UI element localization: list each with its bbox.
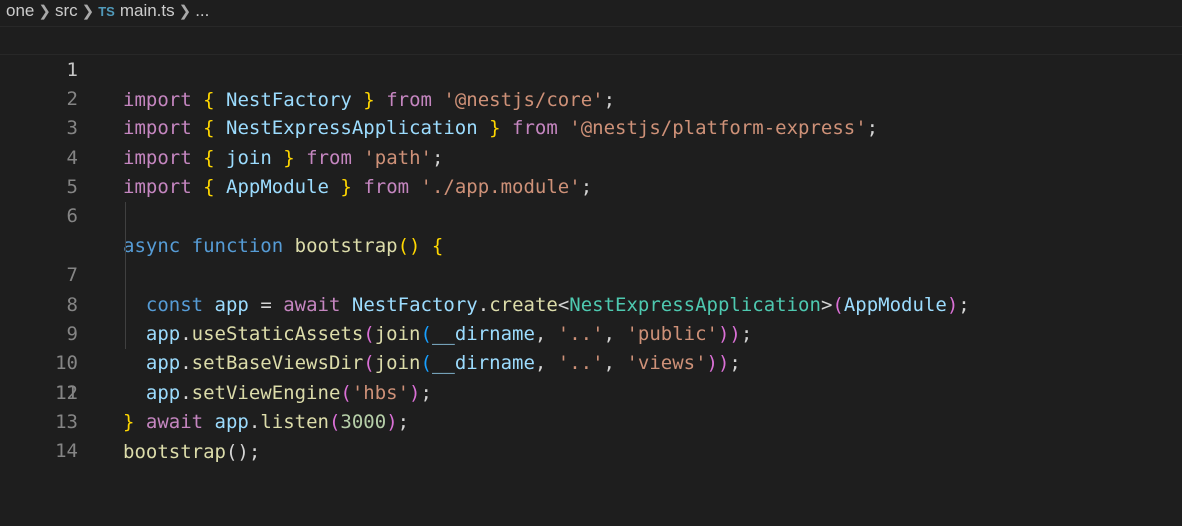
chevron-right-icon: ❯ (38, 3, 51, 20)
code-line[interactable]: 1 import { NestFactory } from '@nestjs/c… (0, 26, 1182, 111)
breadcrumb-folder-src[interactable]: src (55, 1, 78, 21)
code-line[interactable]: 3 import { join } from 'path'; (0, 85, 1182, 168)
line-number[interactable]: 14 (0, 437, 80, 466)
breadcrumb-folder-one[interactable]: one (6, 1, 34, 21)
breadcrumb: one ❯ src ❯ TS main.ts ❯ ... (0, 0, 1182, 22)
indent-guide (125, 319, 126, 350)
code-line[interactable]: 10 app.setViewEngine('hbs'); (0, 290, 1182, 404)
code-text: bootstrap(); (123, 440, 261, 463)
code-line[interactable]: 7 const app = await NestFactory.create<N… (0, 202, 1182, 316)
code-line[interactable]: 8 app.useStaticAssets(join(__dirname, '.… (0, 231, 1182, 345)
code-line[interactable]: 4 import { AppModule } from './app.modul… (0, 114, 1182, 198)
code-line[interactable]: 12 } (0, 349, 1182, 433)
breadcrumb-symbol-ellipsis[interactable]: ... (195, 1, 209, 21)
code-editor[interactable]: 1 import { NestFactory } from '@nestjs/c… (0, 26, 1182, 505)
chevron-right-icon: ❯ (178, 3, 192, 20)
typescript-file-icon: TS (98, 3, 115, 19)
indent-guide (125, 261, 126, 291)
code-line[interactable]: 2 import { NestExpressApplication } from… (0, 55, 1182, 139)
code-line[interactable]: 6 async function bootstrap() { (0, 173, 1182, 256)
chevron-right-icon: ❯ (81, 3, 95, 20)
indent-guide (125, 231, 126, 262)
breadcrumb-file-main-ts[interactable]: main.ts (120, 1, 175, 21)
indent-guide (125, 202, 126, 232)
code-line[interactable]: 11 await app.listen(3000); (0, 319, 1182, 433)
code-line[interactable]: 13 bootstrap(); (0, 379, 1182, 462)
indent-guide (125, 290, 126, 320)
code-line[interactable]: 5 (0, 144, 1182, 198)
code-line[interactable]: 9 app.setBaseViewsDir(join(__dirname, '.… (0, 261, 1182, 374)
code-line[interactable]: 14 (0, 408, 1182, 462)
